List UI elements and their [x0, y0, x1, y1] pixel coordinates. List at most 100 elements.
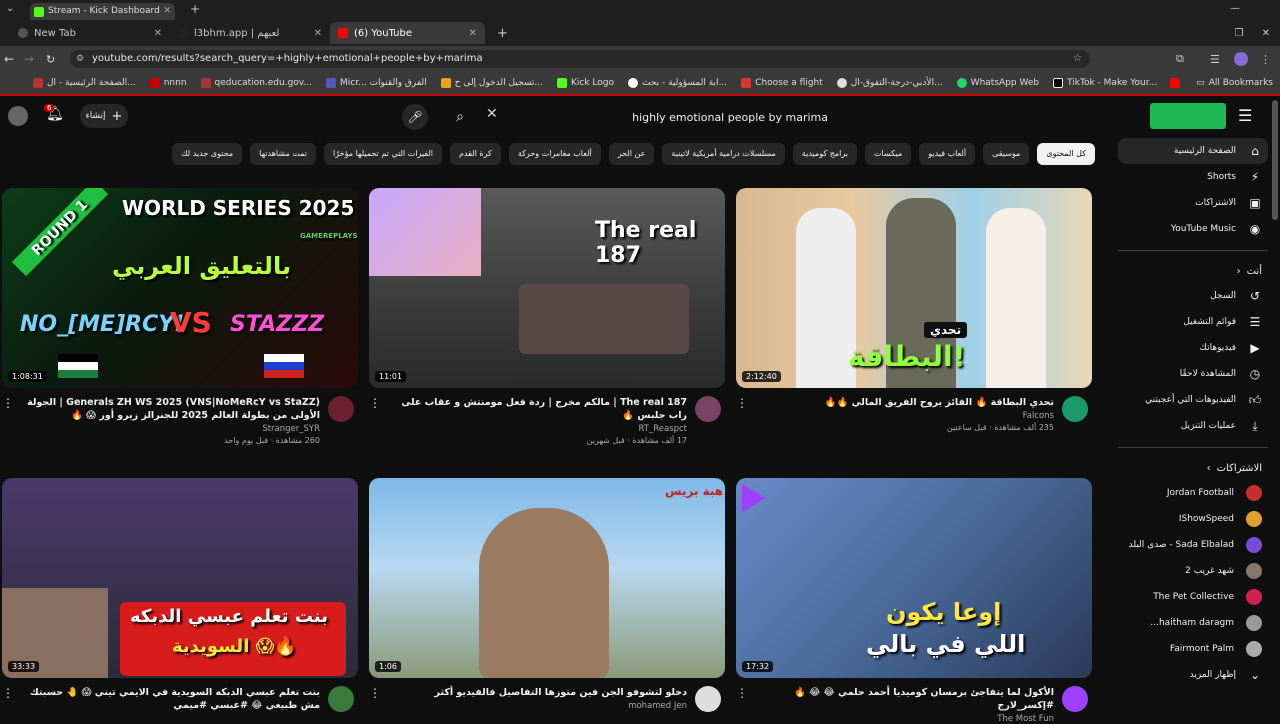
close-icon[interactable]: ✕ — [314, 28, 322, 39]
channel-name[interactable]: Stranger_SYR — [20, 424, 320, 434]
all-bookmarks[interactable]: ▭ All Bookmarks — [1189, 78, 1280, 88]
channel-avatar[interactable] — [1062, 396, 1088, 422]
sidebar-sub-item[interactable]: شهد غريب 2 — [1118, 558, 1268, 584]
chip-action-adventure[interactable]: ألعاب مغامرات وحركة — [508, 143, 601, 165]
video-card[interactable]: WORLD SERIES 2025 بالتعليق العربي NO_[ME… — [2, 188, 358, 445]
sidebar-item-home[interactable]: ⌂ الصفحة الرئيسية — [1118, 138, 1268, 164]
hamburger-icon[interactable]: ☰ — [1238, 106, 1252, 125]
sidebar-item-watch-later[interactable]: ◷ المشاهدة لاحقًا — [1118, 361, 1268, 387]
sidebar-sub-item[interactable]: IShowSpeed — [1118, 506, 1268, 532]
youtube-icon[interactable] — [1170, 78, 1181, 88]
sidebar-item-playlists[interactable]: ☰ قوائم التشغيل — [1118, 309, 1268, 335]
close-icon[interactable]: ✕ — [154, 28, 162, 39]
channel-avatar[interactable] — [695, 686, 721, 712]
tab-search-icon[interactable]: ⌄ — [6, 3, 14, 14]
chip-comedy[interactable]: برامج كوميدية — [792, 143, 858, 165]
sidebar-icon[interactable]: ☰ — [1210, 53, 1220, 66]
video-title[interactable]: The real 187 | مالكم مخرج | ردة فعل مومن… — [387, 396, 687, 422]
more-options-icon[interactable]: ⋮ — [2, 686, 14, 712]
clear-search-icon[interactable]: ✕ — [486, 106, 498, 122]
chip-football[interactable]: كرة القدم — [450, 143, 501, 165]
search-input[interactable]: highly emotional people by marima — [500, 104, 840, 130]
chip-mixes[interactable]: ميكسات — [865, 143, 912, 165]
more-options-icon[interactable]: ⋮ — [736, 396, 748, 432]
sidebar-item-liked[interactable]: 👍︎ الفيديوهات التي أعجبتني — [1118, 387, 1268, 413]
chip-latin-drama[interactable]: مسلسلات درامية أمريكية لاتينية — [662, 143, 785, 165]
bookmark-item[interactable]: nnnn — [143, 78, 194, 88]
chip-free[interactable]: عن الحر — [608, 143, 655, 165]
close-icon[interactable]: ✕ — [469, 28, 477, 39]
video-card[interactable]: تحدي البطاقة! 2:12:40 تحدي البطاقة 🔥 الف… — [736, 188, 1092, 432]
more-options-icon[interactable]: ⋮ — [369, 686, 381, 712]
channel-avatar[interactable] — [328, 686, 354, 712]
sidebar-item-history[interactable]: ↺ السجل — [1118, 283, 1268, 309]
bookmark-item[interactable]: ابة المسؤولية - بحث... — [621, 78, 734, 88]
video-title[interactable]: تحدي البطاقة 🔥 الفائز يروح الفريق المالي… — [754, 396, 1054, 409]
sidebar-sub-item[interactable]: Jordan Football — [1118, 480, 1268, 506]
minimize-icon[interactable]: — — [1230, 3, 1240, 14]
scrollbar-thumb[interactable] — [1272, 100, 1278, 220]
sidebar-subs-header[interactable]: الاشتراكات › — [1118, 456, 1268, 480]
voice-search-button[interactable]: 🎤︎ — [402, 104, 428, 130]
more-options-icon[interactable]: ⋮ — [736, 686, 748, 724]
extensions-icon[interactable]: ⧉ — [1176, 52, 1184, 66]
youtube-logo[interactable] — [1150, 103, 1226, 129]
tab-l3bhm[interactable]: l3bhm.app | لعبهم ✕ — [170, 22, 330, 44]
channel-avatar[interactable] — [328, 396, 354, 422]
bookmark-item[interactable]: Kick Logo — [550, 78, 621, 88]
channel-avatar[interactable] — [1062, 686, 1088, 712]
sidebar-sub-item[interactable]: The Pet Collective — [1118, 584, 1268, 610]
sidebar-item-your-videos[interactable]: ▶ فيديوهاتك — [1118, 335, 1268, 361]
close-icon[interactable]: ✕ — [163, 3, 171, 20]
chip-new-for-you[interactable]: محتوى جديد لك — [172, 143, 243, 165]
bookmark-item[interactable]: Micr... الفرق والقنوات — [319, 78, 434, 88]
video-thumbnail[interactable]: WORLD SERIES 2025 بالتعليق العربي NO_[ME… — [2, 188, 358, 388]
bookmark-item[interactable]: تسجيل الدخول إلى ح... — [434, 78, 550, 88]
video-thumbnail[interactable]: تحدي البطاقة! 2:12:40 — [736, 188, 1092, 388]
new-tab-button[interactable]: + — [190, 2, 200, 16]
more-options-icon[interactable]: ⋮ — [369, 396, 381, 445]
chip-watched[interactable]: تمت مشاهدتها — [250, 143, 317, 165]
maximize-icon[interactable]: ❐ — [1235, 28, 1244, 39]
chip-recently-uploaded[interactable]: الفيرات التي تم تحميلها مؤخرًا — [324, 143, 442, 165]
more-options-icon[interactable]: ⋮ — [2, 396, 14, 445]
video-card[interactable]: The real 187 11:01 The real 187 | مالكم … — [369, 188, 725, 445]
channel-name[interactable]: mohamed Jen — [387, 701, 687, 711]
sidebar-sub-item[interactable]: Sada Elbalad - صدى البلد — [1118, 532, 1268, 558]
new-tab-button[interactable]: + — [497, 26, 508, 41]
bookmark-item[interactable]: Choose a flight — [734, 78, 830, 88]
close-window-icon[interactable]: ✕ — [1262, 28, 1270, 39]
bookmark-item[interactable]: qeducation.edu.gov... — [194, 78, 319, 88]
channel-name[interactable]: The Most Fun — [754, 714, 1054, 724]
site-info-icon[interactable]: ⚙ — [76, 50, 84, 68]
bookmark-item[interactable]: الصفحة الرئيسية - ال... — [26, 78, 143, 88]
video-thumbnail[interactable]: إوعا يكون اللي في بالي 17:32 — [736, 478, 1092, 678]
tab-kick-dashboard[interactable]: Stream - Kick Dashboard ✕ — [30, 3, 175, 20]
reload-icon[interactable]: ↻ — [46, 53, 55, 66]
bookmark-item[interactable]: الأدبي-درجة-التفوق-ال... — [830, 78, 950, 88]
bookmark-item[interactable]: WhatsApp Web — [950, 78, 1046, 88]
video-title[interactable]: الأكول لما يتفاجئ برمسان كوميديا أحمد حل… — [754, 686, 1054, 712]
channel-name[interactable]: Falcons — [754, 411, 1054, 421]
create-button[interactable]: إنشاء + — [80, 104, 128, 128]
video-title[interactable]: Generals ZH WS 2025 (VNS|NoMeRcY vs StaZ… — [20, 396, 320, 422]
tab-youtube[interactable]: (6) YouTube ✕ — [330, 22, 485, 44]
video-thumbnail[interactable]: هبة بريس 1:06 — [369, 478, 725, 678]
sidebar-sub-item[interactable]: Fairmont Palm — [1118, 636, 1268, 662]
chip-music[interactable]: موسيقى — [983, 143, 1030, 165]
sidebar-item-downloads[interactable]: ⤓ عمليات التنزيل — [1118, 413, 1268, 439]
video-thumbnail[interactable]: The real 187 11:01 — [369, 188, 725, 388]
profile-avatar[interactable] — [1234, 52, 1248, 66]
video-thumbnail[interactable]: بنت تعلم عبسي الدبكه السويدية 😱🔥 33:33 — [2, 478, 358, 678]
channel-name[interactable]: RT_Reaspct — [387, 424, 687, 434]
video-card[interactable]: إوعا يكون اللي في بالي 17:32 الأكول لما … — [736, 478, 1092, 724]
sidebar-sub-item[interactable]: haitham daragm... — [1118, 610, 1268, 636]
sidebar-you-header[interactable]: أنت ‹ — [1118, 259, 1268, 283]
url-bar[interactable]: ⚙ youtube.com/results?search_query=+high… — [70, 50, 1090, 68]
bookmark-star-icon[interactable]: ☆ — [1073, 50, 1082, 68]
forward-icon[interactable]: → — [24, 52, 34, 66]
back-icon[interactable]: ← — [4, 52, 14, 66]
chip-all[interactable]: كل المحتوى — [1037, 143, 1095, 165]
video-title[interactable]: دخلو لتشوفو الجن فين متوزها التفاصيل فال… — [387, 686, 687, 699]
tab-new-tab[interactable]: New Tab ✕ — [10, 22, 170, 44]
